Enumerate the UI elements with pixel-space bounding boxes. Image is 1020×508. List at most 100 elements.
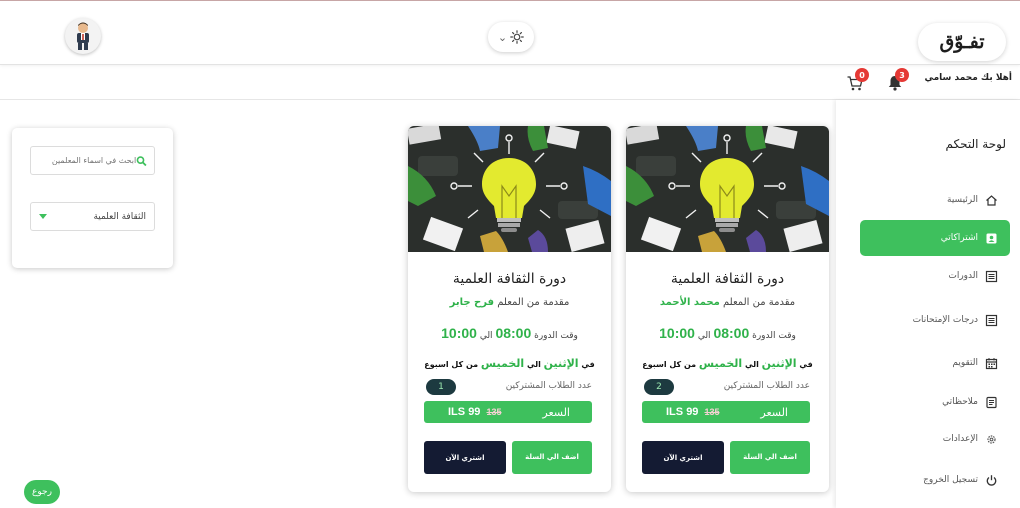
course-time: وقت الدورة 08:00 الي 10:00 (626, 325, 829, 341)
price-bar: ILS 99 135 السعر (642, 401, 810, 423)
teacher-name[interactable]: فرح جابر (450, 297, 494, 308)
price-bar: ILS 99 135 السعر (424, 401, 592, 423)
price-new: 99 (468, 406, 481, 418)
filter-panel: الثقافة العلمية (12, 128, 173, 268)
day-to: الخميس (480, 357, 525, 370)
sidebar-item-label: التقويم (952, 358, 978, 368)
chevron-down-icon: ⌄ (497, 30, 508, 44)
sidebar-item-subscriptions[interactable]: اشتراكاتي (860, 220, 1010, 256)
gear-icon (987, 434, 996, 444)
calendar-icon (985, 357, 998, 369)
category-select[interactable]: الثقافة العلمية (30, 202, 155, 231)
currency: ILS (448, 406, 466, 418)
teacher-search-input[interactable] (38, 156, 137, 165)
time-to: 10:00 (659, 325, 695, 341)
price-value: ILS 99 135 (666, 406, 723, 418)
day-to: الخميس (698, 357, 743, 370)
teacher-name[interactable]: محمد الأحمد (660, 297, 720, 308)
id-card-icon (986, 233, 997, 243)
students-row: عدد الطلاب المشتركين 1 (426, 379, 592, 395)
currency: ILS (666, 406, 684, 418)
category-select-value: الثقافة العلمية (93, 211, 146, 222)
add-to-cart-button[interactable]: اضف الي السلة (730, 441, 810, 474)
list-icon (985, 314, 998, 326)
sidebar: لوحة التحكم الرئيسية اشتراكاتي الدورات د… (836, 100, 1020, 508)
course-image (408, 126, 611, 252)
students-count-badge: 1 (426, 379, 456, 395)
cart-button[interactable]: 0 (846, 68, 869, 94)
sidebar-item-notes[interactable]: ملاحظاتي (860, 384, 1010, 420)
course-card[interactable]: دورة الثقافة العلمية مقدمة من المعلم محم… (626, 126, 829, 492)
students-row: عدد الطلاب المشتركين 2 (644, 379, 810, 395)
time-prefix: وقت الدورة (534, 331, 578, 341)
time-from: 08:00 (713, 325, 750, 341)
course-image (626, 126, 829, 252)
sidebar-item-label: اشتراكاتي (940, 233, 978, 243)
sidebar-item-calendar[interactable]: التقويم (860, 345, 1010, 381)
price-value: ILS 99 135 (448, 406, 505, 418)
price-label: السعر (542, 405, 570, 419)
teacher-prefix: مقدمة من المعلم (723, 297, 796, 308)
power-icon (986, 474, 997, 486)
sidebar-item-label: الدورات (948, 271, 978, 281)
time-from: 08:00 (495, 325, 532, 341)
days-prefix: في (799, 360, 813, 369)
days-separator: الي (744, 360, 759, 369)
course-days: في الإثنين الي الخميس من كل اسبوع (408, 357, 611, 370)
students-count-badge: 2 (644, 379, 674, 395)
sidebar-item-label: الإعدادات (942, 434, 978, 444)
days-prefix: في (581, 360, 595, 369)
students-label: عدد الطلاب المشتركين (723, 381, 810, 391)
course-teacher: مقدمة من المعلم محمد الأحمد (626, 297, 829, 308)
time-separator: الي (479, 331, 493, 341)
course-time: وقت الدورة 08:00 الي 10:00 (408, 325, 611, 341)
price-old: 135 (486, 407, 502, 417)
teacher-prefix: مقدمة من المعلم (497, 297, 570, 308)
sidebar-item-settings[interactable]: الإعدادات (860, 421, 1010, 457)
sidebar-item-courses[interactable]: الدورات (860, 258, 1010, 294)
user-bar: أهلا بك محمد سامي 3 0 (0, 66, 1020, 100)
course-card[interactable]: دورة الثقافة العلمية مقدمة من المعلم فرح… (408, 126, 611, 492)
course-teacher: مقدمة من المعلم فرح جابر (408, 297, 611, 308)
days-separator: الي (526, 360, 541, 369)
list-icon (985, 270, 998, 282)
day-from: الإثنين (761, 357, 797, 370)
top-header: ⌄ تفـوّق (0, 1, 1020, 65)
app-logo[interactable]: تفـوّق (918, 23, 1006, 61)
theme-toggle-button[interactable]: ⌄ (488, 22, 534, 52)
students-label: عدد الطلاب المشتركين (505, 381, 592, 391)
sidebar-title: لوحة التحكم (945, 137, 1007, 151)
teacher-search-box[interactable] (30, 146, 155, 175)
back-button[interactable]: رجوع (24, 480, 60, 504)
sidebar-item-home[interactable]: الرئيسية (860, 182, 1010, 218)
sidebar-item-label: ملاحظاتي (942, 397, 978, 407)
sidebar-item-label: درجات الإمتحانات (912, 315, 978, 325)
search-icon[interactable] (136, 155, 147, 167)
day-from: الإثنين (543, 357, 579, 370)
sidebar-item-exam-grades[interactable]: درجات الإمتحانات (860, 302, 1010, 338)
user-avatar[interactable] (65, 18, 101, 54)
days-suffix: من كل اسبوع (424, 360, 479, 369)
notifications-button[interactable]: 3 (886, 68, 909, 94)
sun-icon (510, 30, 524, 44)
course-title: دورة الثقافة العلمية (670, 271, 785, 287)
sidebar-item-logout[interactable]: تسجيل الخروج (860, 462, 1010, 498)
greeting-text: أهلا بك محمد سامي (924, 73, 1012, 83)
time-to: 10:00 (441, 325, 477, 341)
person-avatar-icon (77, 22, 89, 50)
course-days: في الإثنين الي الخميس من كل اسبوع (626, 357, 829, 370)
notes-icon (986, 396, 997, 408)
buy-now-button[interactable]: اشتري الآن (424, 441, 506, 474)
cart-badge: 0 (855, 68, 869, 82)
add-to-cart-button[interactable]: اضف الي السلة (512, 441, 592, 474)
chevron-down-icon (39, 214, 47, 219)
price-old: 135 (704, 407, 720, 417)
price-label: السعر (760, 405, 788, 419)
home-icon (986, 194, 997, 206)
buy-now-button[interactable]: اشتري الآن (642, 441, 724, 474)
days-suffix: من كل اسبوع (642, 360, 697, 369)
sidebar-item-label: تسجيل الخروج (923, 475, 978, 485)
notifications-badge: 3 (895, 68, 909, 82)
course-title: دورة الثقافة العلمية (452, 271, 567, 287)
time-prefix: وقت الدورة (752, 331, 796, 341)
